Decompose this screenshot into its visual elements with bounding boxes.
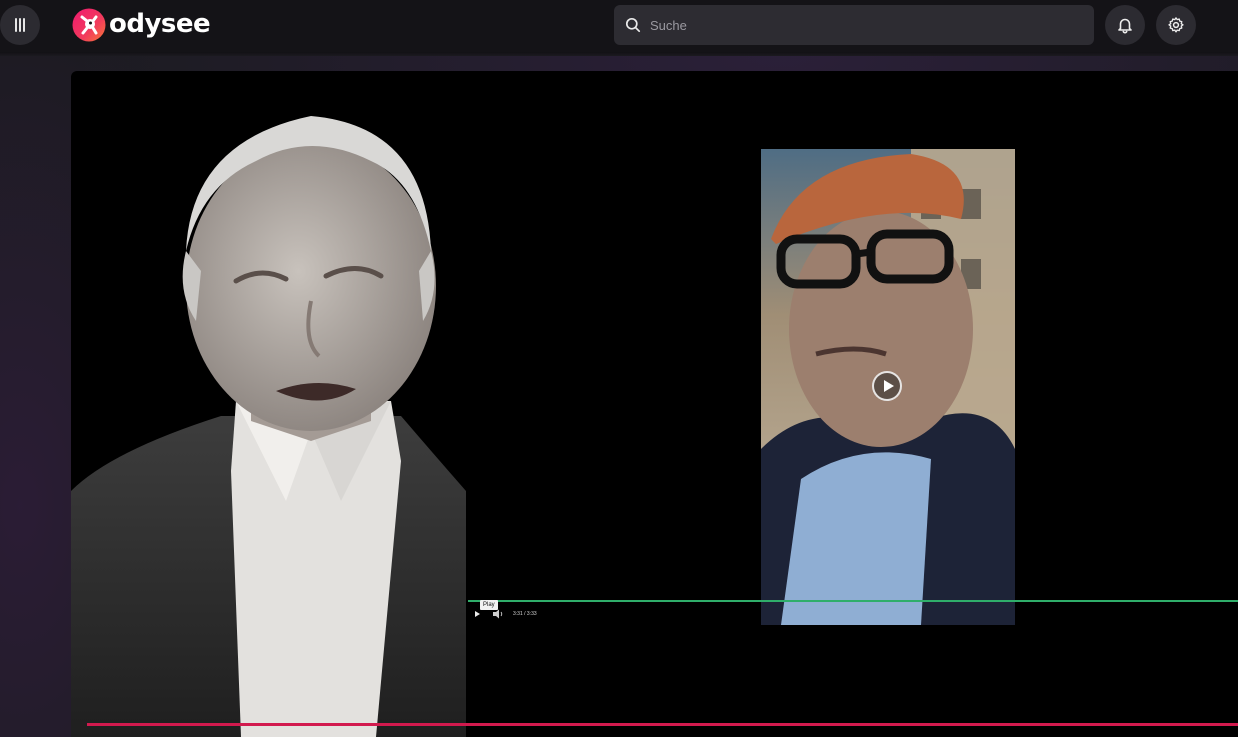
logo-text: odysee — [109, 8, 211, 39]
odysee-logo-icon — [72, 8, 106, 42]
volume-icon — [493, 609, 503, 619]
presenter-video-frame — [71, 116, 466, 737]
search-bar[interactable] — [614, 5, 1094, 45]
top-header: odysee — [0, 0, 1238, 56]
odysee-logo[interactable]: odysee — [72, 7, 211, 43]
player-progress-bar[interactable] — [87, 723, 1238, 726]
search-icon — [625, 17, 641, 33]
gear-icon — [1168, 17, 1184, 33]
embedded-phone-video — [761, 149, 1015, 625]
inner-video-progress-bar[interactable] — [468, 600, 1238, 602]
menu-bars-icon — [15, 18, 17, 32]
notifications-button[interactable] — [1105, 5, 1145, 45]
play-tooltip: Play — [480, 600, 498, 610]
settings-button[interactable] — [1156, 5, 1196, 45]
video-player[interactable]: Play 3:31 / 3:33 — [71, 71, 1238, 737]
inner-play-button-icon — [475, 611, 480, 617]
inner-play-icon[interactable] — [872, 371, 902, 401]
search-input[interactable] — [650, 5, 1080, 45]
inner-video-time: 3:31 / 3:33 — [513, 611, 537, 617]
bell-icon — [1118, 18, 1132, 34]
menu-button[interactable] — [0, 5, 40, 45]
